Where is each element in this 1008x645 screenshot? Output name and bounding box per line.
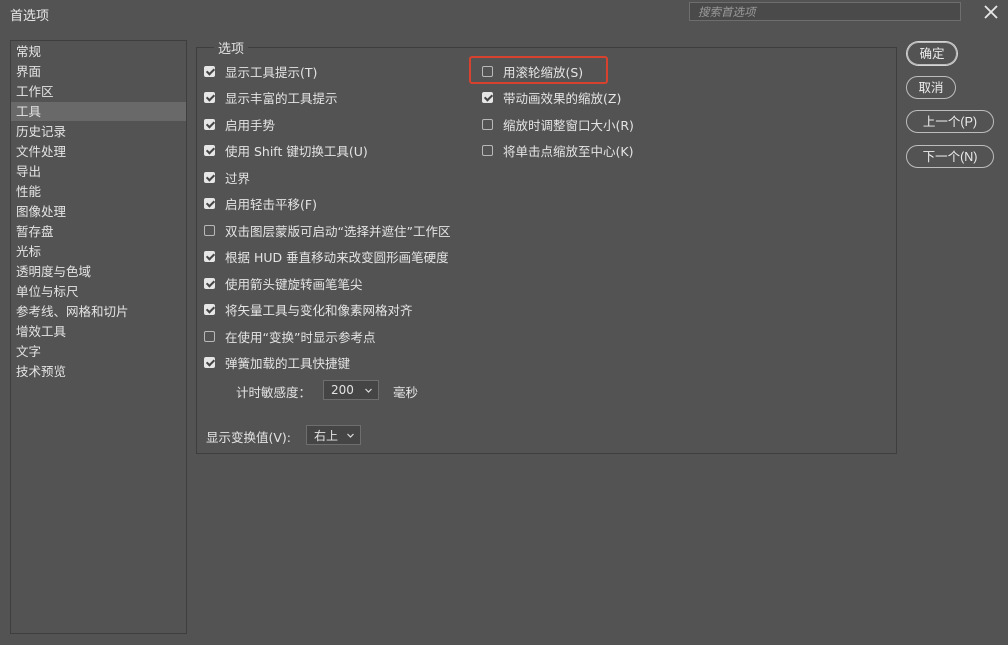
checkbox[interactable]	[204, 357, 215, 368]
timer-sensitivity-value: 200	[331, 383, 354, 397]
window-title: 首选项	[10, 9, 50, 24]
sidebar-item[interactable]: 技术预览	[11, 362, 186, 381]
checkbox-option[interactable]: 启用轻击平移(F)	[204, 194, 317, 214]
checkbox-label: 弹簧加载的工具快捷键	[225, 356, 351, 371]
sidebar: 常规 界面 工作区 工具 历史记录 文件处理 导出 性能 图像处理 暂存盘 光标 透明度与色域 单位与标…	[10, 40, 187, 634]
checkbox-label: 在使用“变换”时显示参考点	[225, 329, 376, 345]
checkbox-label: 显示工具提示(T)	[225, 64, 318, 80]
close-icon	[984, 5, 998, 19]
checkbox-label: 显示丰富的工具提示	[225, 91, 338, 106]
sidebar-item[interactable]: 文件处理	[11, 142, 186, 161]
checkbox[interactable]	[204, 330, 215, 342]
close-button[interactable]	[982, 3, 1000, 21]
checkbox-option[interactable]: 启用手势	[204, 114, 275, 134]
timer-sensitivity-label: 计时敏感度：	[236, 385, 312, 400]
checkbox-label: 将矢量工具与变化和像素网格对齐	[225, 303, 413, 318]
sidebar-item[interactable]: 界面	[11, 62, 186, 81]
timer-unit-label: 毫秒	[393, 385, 419, 400]
checkbox-label: 启用手势	[225, 117, 276, 133]
search-input[interactable]	[690, 3, 960, 20]
checkbox-option[interactable]: 过界	[204, 167, 250, 187]
chevron-down-icon	[347, 433, 354, 438]
transform-values-select[interactable]: 右上	[306, 425, 361, 445]
search-box[interactable]	[689, 2, 961, 21]
checkbox[interactable]	[204, 251, 215, 262]
checkbox-option[interactable]: 将矢量工具与变化和像素网格对齐	[204, 300, 413, 320]
checkbox-option[interactable]: 双击图层蒙版可启动“选择并遮住”工作区	[204, 220, 450, 240]
sidebar-item[interactable]: 工具	[11, 102, 186, 121]
sidebar-item[interactable]: 性能	[11, 182, 186, 201]
checkbox[interactable]	[204, 65, 215, 77]
sidebar-item[interactable]: 工作区	[11, 82, 186, 101]
sidebar-item[interactable]: 历史记录	[11, 122, 186, 141]
checkbox-option[interactable]: 显示丰富的工具提示	[204, 88, 338, 108]
options-group-label: 选项	[214, 38, 249, 57]
checkbox[interactable]	[204, 277, 215, 289]
checkbox[interactable]	[204, 145, 215, 156]
checkbox-option[interactable]: 显示工具提示(T)	[204, 61, 317, 81]
prev-button[interactable]: 上一个(P)	[906, 110, 994, 133]
checkbox-option[interactable]: 使用箭头键旋转画笔笔尖	[204, 273, 363, 293]
checkbox-option[interactable]: 弹簧加载的工具快捷键	[204, 353, 350, 373]
checkbox[interactable]	[204, 171, 215, 183]
sidebar-item[interactable]: 导出	[11, 162, 186, 181]
cancel-button[interactable]: 取消	[906, 76, 956, 99]
sidebar-item[interactable]: 增效工具	[11, 322, 186, 341]
transform-values-label: 显示变换值(V):	[206, 430, 292, 445]
checkbox[interactable]	[204, 92, 215, 103]
transform-values-value: 右上	[314, 428, 339, 443]
checkbox-option[interactable]: 根据 HUD 垂直移动来改变圆形画笔硬度	[204, 247, 449, 267]
sidebar-item[interactable]: 光标	[11, 242, 186, 261]
checkbox-label: 根据 HUD 垂直移动来改变圆形画笔硬度	[225, 250, 449, 265]
checkbox[interactable]	[204, 224, 215, 236]
checkbox-label: 缩放时调整窗口大小(R)	[503, 117, 634, 133]
checkbox[interactable]	[204, 304, 215, 315]
checkbox-option[interactable]: 在使用“变换”时显示参考点	[204, 326, 375, 346]
checkbox[interactable]	[204, 198, 215, 209]
checkbox[interactable]	[204, 118, 215, 130]
checkbox-option[interactable]: 带动画效果的缩放(Z)	[482, 88, 621, 108]
chevron-down-icon	[365, 388, 372, 393]
checkbox-label: 带动画效果的缩放(Z)	[503, 91, 622, 106]
sidebar-item[interactable]: 图像处理	[11, 202, 186, 221]
checkbox[interactable]	[482, 92, 493, 103]
checkbox-label: 双击图层蒙版可启动“选择并遮住”工作区	[225, 223, 451, 239]
timer-sensitivity-select[interactable]: 200	[323, 380, 379, 400]
next-button[interactable]: 下一个(N)	[906, 145, 994, 168]
checkbox-label: 将单击点缩放至中心(K)	[503, 144, 634, 159]
checkbox-option[interactable]: 将单击点缩放至中心(K)	[482, 141, 633, 161]
checkbox[interactable]	[482, 145, 493, 156]
checkbox-label: 使用箭头键旋转画笔笔尖	[225, 276, 363, 292]
sidebar-item[interactable]: 常规	[11, 42, 186, 61]
checkbox-option[interactable]: 使用 Shift 键切换工具(U)	[204, 141, 368, 161]
sidebar-item[interactable]: 暂存盘	[11, 222, 186, 241]
checkbox[interactable]	[482, 118, 493, 130]
checkbox-label: 过界	[225, 170, 251, 186]
checkbox-option[interactable]: 缩放时调整窗口大小(R)	[482, 114, 634, 134]
sidebar-item[interactable]: 单位与标尺	[11, 282, 186, 301]
sidebar-item[interactable]: 参考线、网格和切片	[11, 302, 186, 321]
checkbox-label: 使用 Shift 键切换工具(U)	[225, 144, 368, 159]
ok-button[interactable]: 确定	[907, 42, 957, 65]
checkbox-label: 启用轻击平移(F)	[225, 197, 317, 212]
sidebar-item[interactable]: 文字	[11, 342, 186, 361]
sidebar-item[interactable]: 透明度与色域	[11, 262, 186, 281]
highlight-box	[469, 56, 608, 84]
